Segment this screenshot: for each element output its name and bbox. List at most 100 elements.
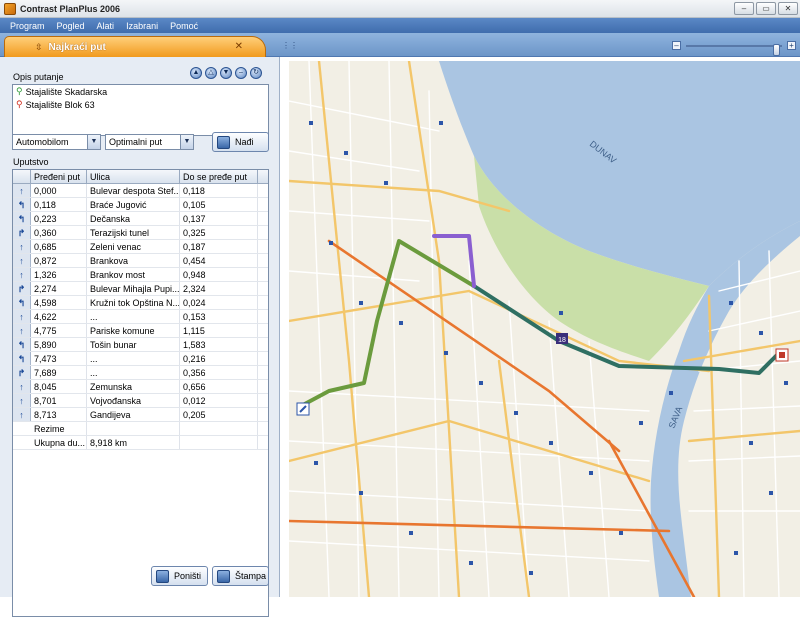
map-canvas[interactable]: 18 DUNAV SAVA — [289, 61, 800, 597]
street-cell: Bulevar despota Stef... — [87, 184, 180, 197]
street-cell: ... — [87, 310, 180, 323]
table-row[interactable]: ↰ 7,473... 0,216 — [13, 352, 268, 366]
menu-izabrani[interactable]: Izabrani — [120, 21, 164, 31]
street-cell: Terazijski tunel — [87, 226, 180, 239]
app-logo-icon — [4, 2, 16, 15]
tab-strip: ⇳ Najkraći put ✕ ⋮⋮ – + — [0, 33, 800, 57]
table-row[interactable]: ↑ 4,622... 0,153 — [13, 310, 268, 324]
chevron-down-icon[interactable]: ▼ — [87, 135, 100, 149]
direction-arrow-icon: ↱ — [13, 366, 31, 379]
table-row[interactable]: ↑ 4,775 Pariske komune 1,115 — [13, 324, 268, 338]
menu-pogled[interactable]: Pogled — [51, 21, 91, 31]
close-button[interactable]: ✕ — [778, 2, 798, 15]
move-top-icon[interactable]: △ — [205, 67, 217, 79]
vehicle-select[interactable]: Automobilom ▼ — [12, 134, 101, 150]
vehicle-value: Automobilom — [16, 137, 69, 147]
direction-arrow-icon: ↑ — [13, 310, 31, 323]
header-street[interactable]: Ulica — [87, 170, 180, 183]
street-cell: Pariske komune — [87, 324, 180, 337]
distance-cell: 0,685 — [31, 240, 87, 253]
direction-arrow-icon: ↑ — [13, 254, 31, 267]
move-up-icon[interactable]: ▲ — [190, 67, 202, 79]
zoom-out-icon[interactable]: – — [672, 41, 681, 50]
find-button[interactable]: Nađi — [212, 132, 269, 152]
table-row[interactable]: ↰ 0,223 Dečanska 0,137 — [13, 212, 268, 226]
street-cell: ... — [87, 352, 180, 365]
restore-button[interactable]: ▭ — [756, 2, 776, 15]
route-mode-select[interactable]: Optimalni put ▼ — [105, 134, 194, 150]
remaining-cell: 0,656 — [180, 380, 258, 393]
table-row[interactable]: ↑ 0,685 Zeleni venac 0,187 — [13, 240, 268, 254]
distance-cell: 5,890 — [31, 338, 87, 351]
summary-row: Ukupna du... 8,918 km — [13, 436, 268, 450]
map-view[interactable]: 18 DUNAV SAVA — [289, 61, 800, 597]
list-item[interactable]: ⚲ Stajalište Blok 63 — [13, 98, 268, 111]
route-description-label: Opis putanje — [13, 72, 64, 82]
distance-cell: 8,045 — [31, 380, 87, 393]
header-direction[interactable] — [13, 170, 31, 183]
menu-pomoc[interactable]: Pomoć — [164, 21, 204, 31]
header-distance[interactable]: Pređeni put — [31, 170, 87, 183]
remove-stop-icon[interactable]: – — [235, 67, 247, 79]
move-down-icon[interactable]: ▼ — [220, 67, 232, 79]
print-icon — [217, 569, 230, 583]
cancel-icon — [156, 569, 169, 583]
zoom-in-icon[interactable]: + — [787, 41, 796, 50]
chevron-down-icon[interactable]: ▼ — [180, 135, 193, 149]
table-row[interactable]: ↑ 8,701 Vojvođanska 0,012 — [13, 394, 268, 408]
end-stop-marker[interactable] — [775, 348, 789, 362]
remaining-cell: 0,024 — [180, 296, 258, 309]
remaining-cell: 0,356 — [180, 366, 258, 379]
distance-cell: 4,622 — [31, 310, 87, 323]
table-row[interactable]: ↱ 0,360 Terazijski tunel 0,325 — [13, 226, 268, 240]
header-remaining[interactable]: Do se pređe put — [180, 170, 258, 183]
instructions-table[interactable]: Pređeni put Ulica Do se pređe put ↑ 0,000… — [12, 169, 269, 617]
summary-spacer — [13, 436, 31, 449]
menu-program[interactable]: Program — [4, 21, 51, 31]
table-row[interactable]: ↱ 7,689... 0,356 — [13, 366, 268, 380]
table-row[interactable]: ↰ 0,118 Braće Jugović 0,105 — [13, 198, 268, 212]
zoom-track[interactable] — [686, 44, 782, 56]
tab-close-icon[interactable]: ✕ — [235, 41, 243, 52]
remaining-cell: 0,216 — [180, 352, 258, 365]
route-stops-list[interactable]: ⚲ Stajalište Skadarska ⚲ Stajalište Blok… — [12, 84, 269, 136]
remaining-cell: 0,137 — [180, 212, 258, 225]
direction-arrow-icon: ↰ — [13, 198, 31, 211]
remaining-cell: 0,948 — [180, 268, 258, 281]
route-mode-value: Optimalni put — [109, 137, 163, 147]
remaining-cell: 0,105 — [180, 198, 258, 211]
list-item[interactable]: ⚲ Stajalište Skadarska — [13, 85, 268, 98]
table-row[interactable]: ↑ 8,045 Zemunska 0,656 — [13, 380, 268, 394]
table-row[interactable]: ↱ 2,274 Bulevar Mihajla Pupi... 2,324 — [13, 282, 268, 296]
distance-cell: 8,701 — [31, 394, 87, 407]
street-cell: Gandijeva — [87, 408, 180, 421]
reverse-route-icon[interactable]: ↻ — [250, 67, 262, 79]
table-row[interactable]: ↑ 1,326 Brankov most 0,948 — [13, 268, 268, 282]
remaining-cell: 0,187 — [180, 240, 258, 253]
remaining-cell: 0,205 — [180, 408, 258, 421]
menu-alati[interactable]: Alati — [91, 21, 121, 31]
direction-arrow-icon: ↑ — [13, 380, 31, 393]
tab-title: Najkraći put — [48, 41, 106, 53]
splitter-grip-icon[interactable]: ⋮⋮ — [282, 41, 298, 50]
zoom-slider[interactable]: – + — [672, 41, 796, 56]
summary-empty — [180, 422, 258, 435]
table-row[interactable]: ↑ 8,713 Gandijeva 0,205 — [13, 408, 268, 422]
cancel-button[interactable]: Poništi — [151, 566, 208, 586]
minimize-button[interactable]: – — [734, 2, 754, 15]
street-cell: Bulevar Mihajla Pupi... — [87, 282, 180, 295]
cancel-label: Poništi — [174, 571, 202, 581]
pin-icon[interactable]: ⇳ — [35, 42, 43, 53]
print-button[interactable]: Štampa — [212, 566, 269, 586]
street-cell: Zeleni venac — [87, 240, 180, 253]
start-stop-marker[interactable] — [296, 402, 310, 416]
summary-spacer — [13, 422, 31, 435]
table-row[interactable]: ↑ 0,872 Brankova 0,454 — [13, 254, 268, 268]
zoom-thumb[interactable] — [773, 44, 780, 56]
table-row[interactable]: ↰ 5,890 Tošin bunar 1,583 — [13, 338, 268, 352]
distance-cell: 4,775 — [31, 324, 87, 337]
tab-shortest-path[interactable]: ⇳ Najkraći put ✕ — [4, 36, 266, 57]
direction-arrow-icon: ↑ — [13, 394, 31, 407]
table-row[interactable]: ↑ 0,000 Bulevar despota Stef... 0,118 — [13, 184, 268, 198]
table-row[interactable]: ↰ 4,598 Kružni tok Opština N... 0,024 — [13, 296, 268, 310]
